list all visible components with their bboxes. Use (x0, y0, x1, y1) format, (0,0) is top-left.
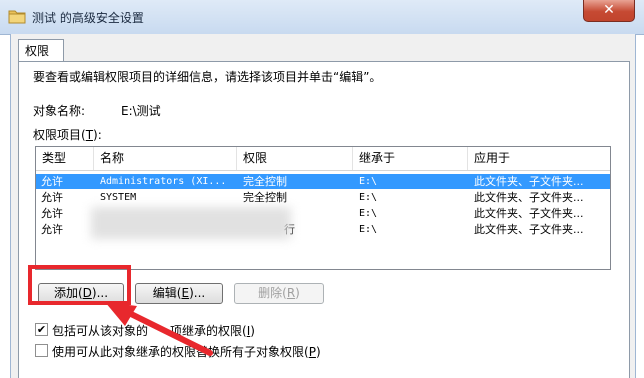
window-title: 测试 的高级安全设置 (32, 11, 144, 25)
table-row[interactable]: 允许 SYSTEM 完全控制 E:\ 此文件夹、子文件夹... (36, 190, 610, 205)
replace-child-permissions-checkbox[interactable] (35, 344, 48, 357)
object-name-label: 对象名称: (33, 104, 86, 118)
column-header-type[interactable]: 类型 (36, 147, 94, 170)
close-icon: ✕ (603, 2, 615, 18)
redaction-blur (91, 207, 291, 239)
object-name-value: E:\测试 (121, 104, 161, 118)
permission-entries-label: 权限项目(T): (33, 128, 102, 142)
title-bar: 测试 的高级安全设置 ✕ (0, 0, 644, 35)
permission-entries-list[interactable]: 类型 名称 权限 继承于 应用于 允许 Administrators (XI..… (35, 146, 611, 270)
list-header: 类型 名称 权限 继承于 应用于 (36, 147, 610, 171)
column-header-permission[interactable]: 权限 (237, 147, 353, 170)
description-text: 要查看或编辑权限项目的详细信息，请选择该项目并单击“编辑”。 (33, 70, 382, 84)
table-row[interactable]: 允许 Administrators (XI... 完全控制 E:\ 此文件夹、子… (36, 174, 610, 189)
column-header-inherited-from[interactable]: 继承于 (353, 147, 468, 170)
column-header-name[interactable]: 名称 (94, 147, 237, 170)
remove-button[interactable]: 删除(R) (234, 283, 324, 304)
close-button[interactable]: ✕ (583, 0, 635, 22)
annotation-arrow-icon (105, 302, 213, 356)
checkmark-icon: ✔ (36, 323, 47, 336)
tab-permissions[interactable]: 权限 (18, 39, 64, 61)
folder-icon (8, 10, 26, 24)
column-header-applies-to[interactable]: 应用于 (468, 147, 610, 170)
include-inheritable-checkbox[interactable]: ✔ (35, 323, 48, 336)
